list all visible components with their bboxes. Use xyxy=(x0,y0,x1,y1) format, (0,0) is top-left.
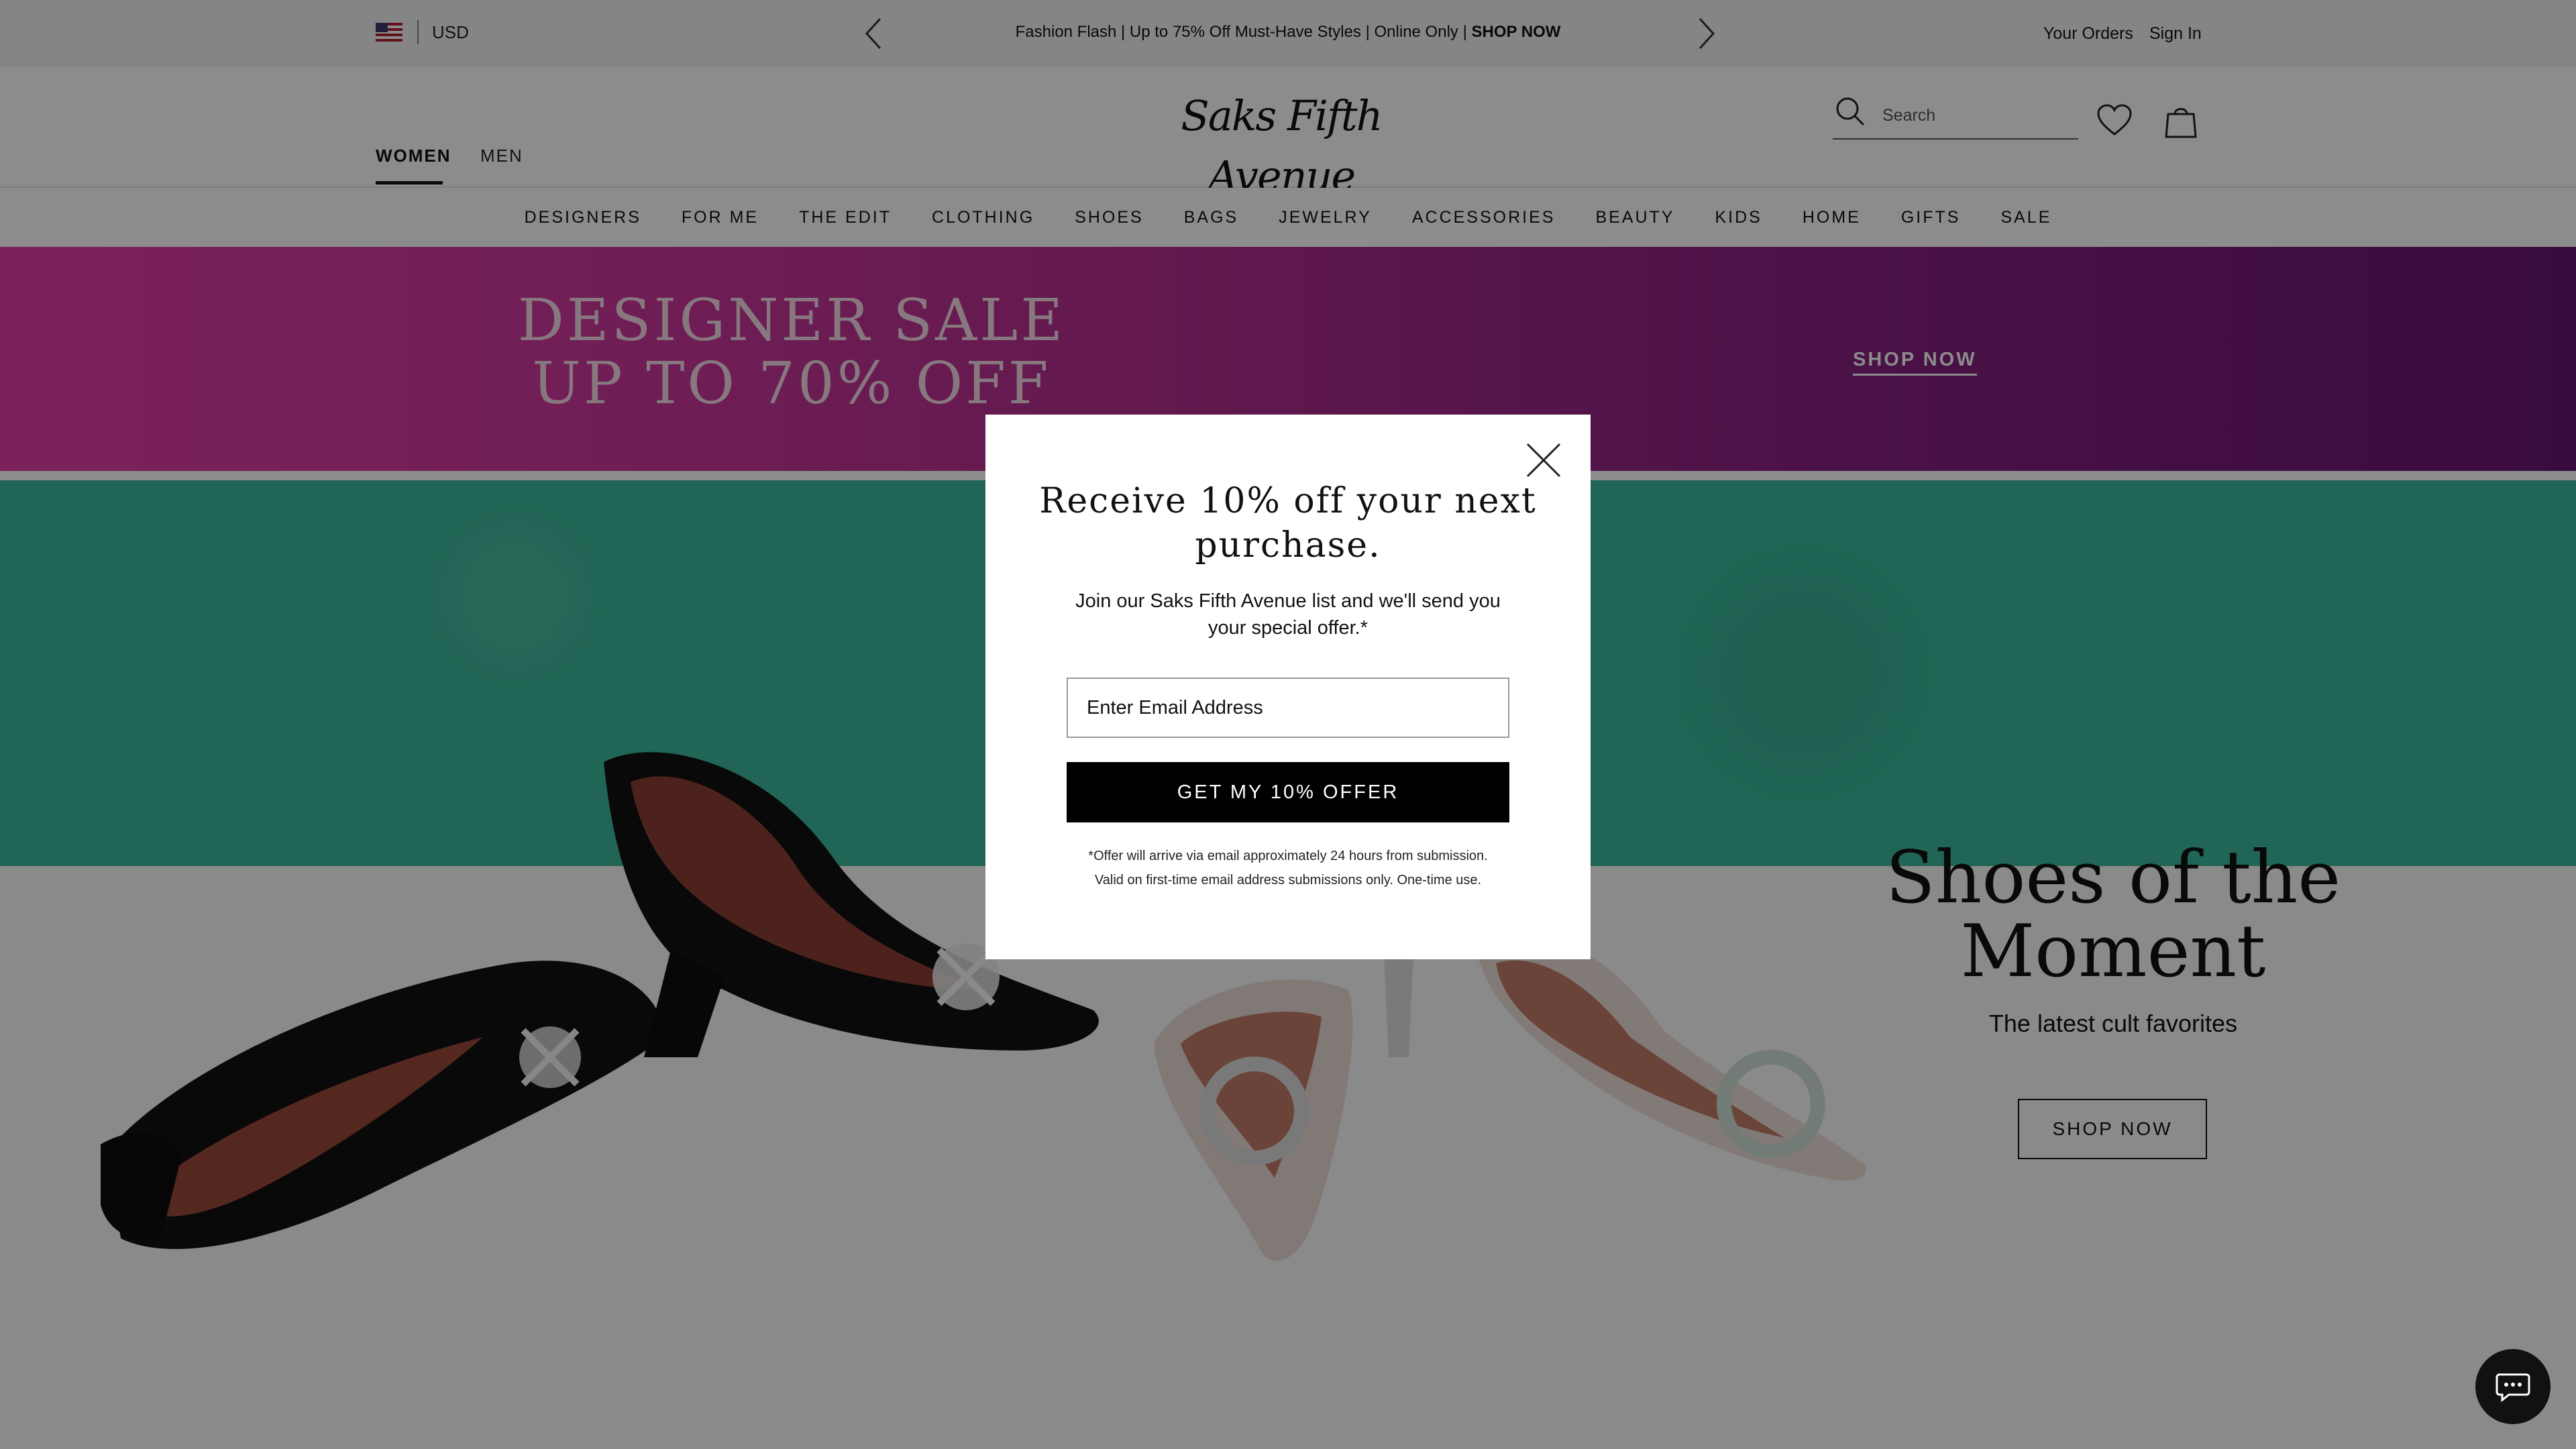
email-field[interactable] xyxy=(1067,678,1509,738)
close-icon[interactable] xyxy=(1523,440,1564,480)
fine-print-line-2: Valid on first-time email address submis… xyxy=(1094,873,1482,888)
offer-fine-print: *Offer will arrive via email approximate… xyxy=(1046,844,1530,892)
chat-button[interactable] xyxy=(2475,1349,2551,1424)
modal-description: Join our Saks Fifth Avenue list and we'l… xyxy=(1075,590,1501,639)
chat-icon xyxy=(2496,1373,2530,1403)
get-offer-button[interactable]: GET MY 10% OFFER xyxy=(1067,762,1509,822)
email-signup-modal: Receive 10% off your next purchase. Join… xyxy=(985,415,1591,959)
modal-title: Receive 10% off your next purchase. xyxy=(1039,481,1537,566)
fine-print-line-1: *Offer will arrive via email approximate… xyxy=(1088,849,1488,863)
